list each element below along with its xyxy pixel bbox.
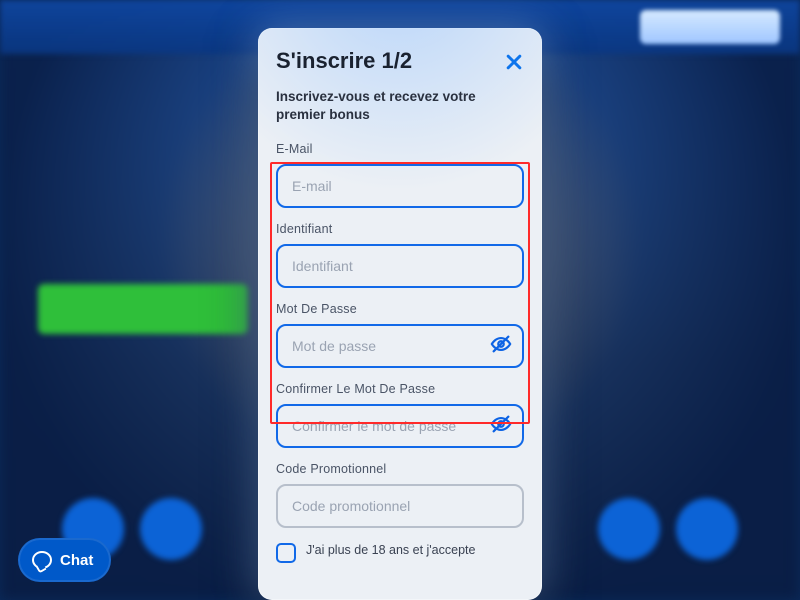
chat-icon bbox=[32, 551, 52, 569]
promo-code-label: Code Promotionnel bbox=[276, 462, 524, 476]
live-chat-button[interactable]: Chat bbox=[18, 538, 111, 582]
eye-off-icon bbox=[490, 333, 512, 360]
promo-code-field[interactable] bbox=[276, 484, 524, 528]
feature-circle bbox=[598, 498, 660, 560]
eye-off-icon bbox=[490, 413, 512, 440]
age-terms-checkbox[interactable] bbox=[276, 543, 296, 563]
signup-modal: S'inscrire 1/2 Inscrivez-vous et recevez… bbox=[258, 28, 542, 600]
modal-title: S'inscrire 1/2 bbox=[276, 48, 524, 74]
confirm-password-field[interactable] bbox=[276, 404, 524, 448]
close-button[interactable] bbox=[502, 52, 526, 76]
age-terms-text: J'ai plus de 18 ans et j'accepte bbox=[306, 542, 475, 558]
chat-label: Chat bbox=[60, 552, 93, 569]
feature-circle bbox=[676, 498, 738, 560]
modal-subtitle: Inscrivez-vous et recevez votre premier … bbox=[276, 88, 524, 124]
email-label: E-Mail bbox=[276, 142, 524, 156]
email-field[interactable] bbox=[276, 164, 524, 208]
password-label: Mot De Passe bbox=[276, 302, 524, 316]
password-field[interactable] bbox=[276, 324, 524, 368]
close-icon bbox=[504, 52, 524, 77]
username-field[interactable] bbox=[276, 244, 524, 288]
confirm-password-visibility-toggle[interactable] bbox=[488, 413, 514, 439]
username-label: Identifiant bbox=[276, 222, 524, 236]
signup-form: E-Mail Identifiant Mot De Passe bbox=[276, 142, 524, 563]
top-right-button-blur bbox=[640, 10, 780, 44]
hero-cta-blur bbox=[38, 284, 248, 334]
password-visibility-toggle[interactable] bbox=[488, 333, 514, 359]
confirm-password-label: Confirmer Le Mot De Passe bbox=[276, 382, 524, 396]
feature-circle bbox=[140, 498, 202, 560]
